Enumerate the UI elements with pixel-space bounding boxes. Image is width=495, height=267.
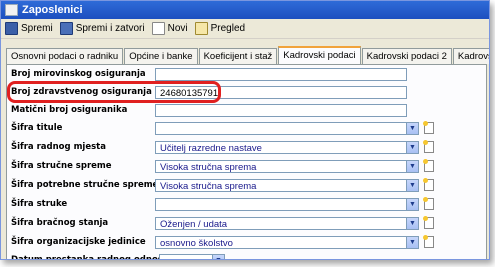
tab-osnovni-podaci[interactable]: Osnovni podaci o radniku [6, 48, 124, 64]
chevron-down-icon[interactable]: ▼ [406, 142, 418, 153]
window-title: Zaposlenici [22, 4, 83, 16]
toolbar: Spremi Spremi i zatvori Novi Pregled [1, 19, 489, 39]
tab-koeficijent-i-staz[interactable]: Koeficijent i staž [198, 48, 278, 64]
chevron-down-icon[interactable]: ▼ [406, 218, 418, 229]
struka-label: Šifra struke [11, 199, 68, 209]
save-button[interactable]: Spremi [5, 22, 53, 35]
mirovinsko-field[interactable] [155, 68, 407, 81]
strucna-sprema-label: Šifra stručne spreme [11, 161, 112, 171]
titula-label: Šifra titule [11, 123, 63, 133]
app-icon [5, 4, 18, 16]
maticni-label: Matični broj osiguranika [11, 105, 128, 115]
chevron-down-icon[interactable]: ▼ [406, 161, 418, 172]
chevron-down-icon[interactable]: ▼ [212, 255, 224, 259]
tab-kadrovski-podaci[interactable]: Kadrovski podaci [278, 46, 361, 65]
save-and-close-button[interactable]: Spremi i zatvori [59, 22, 145, 35]
org-jedinica-select[interactable]: osnovno školstvo ▼ [155, 236, 419, 249]
title-bar: Zaposlenici [1, 1, 489, 19]
lookup-icon[interactable] [423, 121, 434, 134]
strucna-sprema-value: Visoka stručna sprema [160, 162, 257, 173]
lookup-icon[interactable] [423, 140, 434, 153]
radno-mjesto-select[interactable]: Učitelj razredne nastave ▼ [155, 141, 419, 154]
datum-prestanka-label: Datum prestanka radnog odnosa [11, 255, 169, 260]
tab-kadrovski-podaci-3[interactable]: Kadrovski podaci 3 [452, 48, 489, 64]
tab-kadrovski-podaci-2[interactable]: Kadrovski podaci 2 [361, 48, 452, 64]
save-icon [5, 22, 18, 35]
radno-mjesto-label: Šifra radnog mjesta [11, 142, 106, 152]
new-label: Novi [167, 23, 188, 34]
new-button[interactable]: Novi [151, 22, 188, 35]
chevron-down-icon[interactable]: ▼ [406, 123, 418, 134]
save-close-label: Spremi i zatvori [75, 23, 145, 34]
radno-mjesto-value: Učitelj razredne nastave [160, 143, 262, 154]
org-jedinica-label: Šifra organizacijske jedinice [11, 237, 146, 247]
bracno-stanje-value: Oženjen / udata [160, 219, 228, 230]
lookup-icon[interactable] [423, 197, 434, 210]
titula-select[interactable]: ▼ [155, 122, 419, 135]
lookup-icon[interactable] [423, 178, 434, 191]
bracno-stanje-select[interactable]: Oženjen / udata ▼ [155, 217, 419, 230]
chevron-down-icon[interactable]: ▼ [406, 237, 418, 248]
new-document-icon [151, 22, 165, 35]
lookup-icon[interactable] [423, 216, 434, 229]
bracno-stanje-label: Šifra bračnog stanja [11, 218, 109, 228]
strucna-sprema-select[interactable]: Visoka stručna sprema ▼ [155, 160, 419, 173]
maticni-field[interactable] [155, 104, 407, 117]
tab-strip: Osnovni podaci o radniku Općine i banke … [6, 46, 489, 65]
preview-label: Pregled [210, 23, 246, 34]
potrebna-sprema-label: Šifra potrebne stručne spreme [11, 180, 159, 190]
preview-button[interactable]: Pregled [194, 22, 246, 35]
potrebna-sprema-select[interactable]: Visoka stručna sprema ▼ [155, 179, 419, 192]
tab-opcine-i-banke[interactable]: Općine i banke [124, 48, 198, 64]
lookup-icon[interactable] [423, 235, 434, 248]
mirovinsko-label: Broj mirovinskog osiguranja [11, 69, 146, 79]
lookup-icon[interactable] [423, 159, 434, 172]
datum-prestanka-picker[interactable]: ▼ [159, 254, 225, 259]
preview-icon [194, 22, 208, 35]
potrebna-sprema-value: Visoka stručna sprema [160, 181, 257, 192]
save-close-icon [59, 22, 73, 35]
chevron-down-icon[interactable]: ▼ [406, 180, 418, 191]
save-label: Spremi [21, 23, 53, 34]
org-jedinica-value: osnovno školstvo [160, 238, 233, 249]
chevron-down-icon[interactable]: ▼ [406, 199, 418, 210]
annotation-highlight [7, 81, 221, 103]
struka-select[interactable]: ▼ [155, 198, 419, 211]
employee-window: Zaposlenici Spremi Spremi i zatvori Novi… [0, 0, 490, 260]
